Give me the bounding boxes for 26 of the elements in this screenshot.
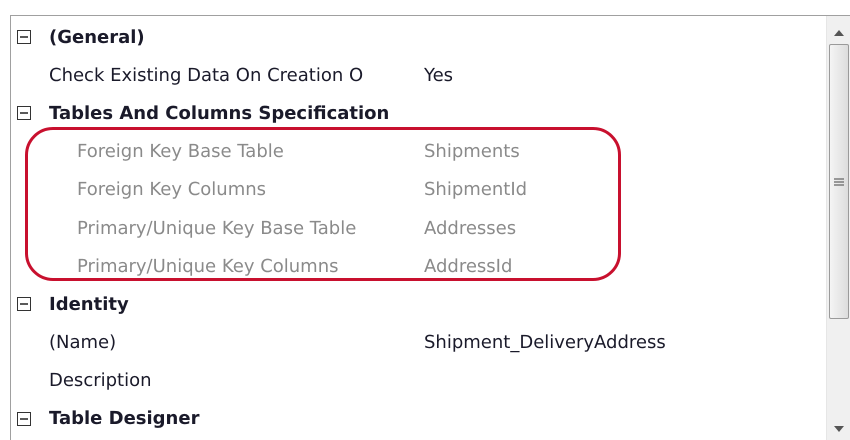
scroll-up-icon[interactable] — [834, 30, 844, 36]
collapse-icon[interactable] — [17, 106, 31, 120]
property-label: Check Existing Data On Creation O — [49, 64, 364, 88]
collapse-icon[interactable] — [17, 297, 31, 312]
property-value: AddressId — [424, 254, 512, 279]
category-label: Tables And Columns Specification — [49, 102, 390, 126]
property-label: Foreign Key Columns — [77, 178, 268, 202]
property-label: Primary/Unique Key Base Table — [77, 216, 358, 241]
property-value: ShipmentId — [424, 178, 528, 202]
scrollbar[interactable] — [826, 16, 850, 440]
property-value: Addresses — [424, 216, 516, 241]
property-label: Foreign Key Base Table — [77, 140, 285, 164]
property-label: (Name) — [49, 331, 118, 356]
category-label: (General) — [49, 26, 145, 50]
property-value: Shipment_DeliveryAddress — [424, 331, 666, 356]
property-value: Yes — [424, 64, 454, 88]
collapse-icon[interactable] — [17, 412, 31, 426]
category-label: Table Designer — [49, 407, 200, 432]
grip-icon — [834, 178, 844, 186]
scroll-down-icon[interactable] — [834, 426, 844, 432]
collapse-icon[interactable] — [17, 30, 31, 44]
property-value: Shipments — [424, 140, 520, 164]
property-label: Description — [49, 369, 153, 394]
category-label: Identity — [49, 292, 129, 317]
scroll-thumb[interactable] — [828, 44, 848, 319]
property-label: Primary/Unique Key Columns — [77, 254, 340, 279]
